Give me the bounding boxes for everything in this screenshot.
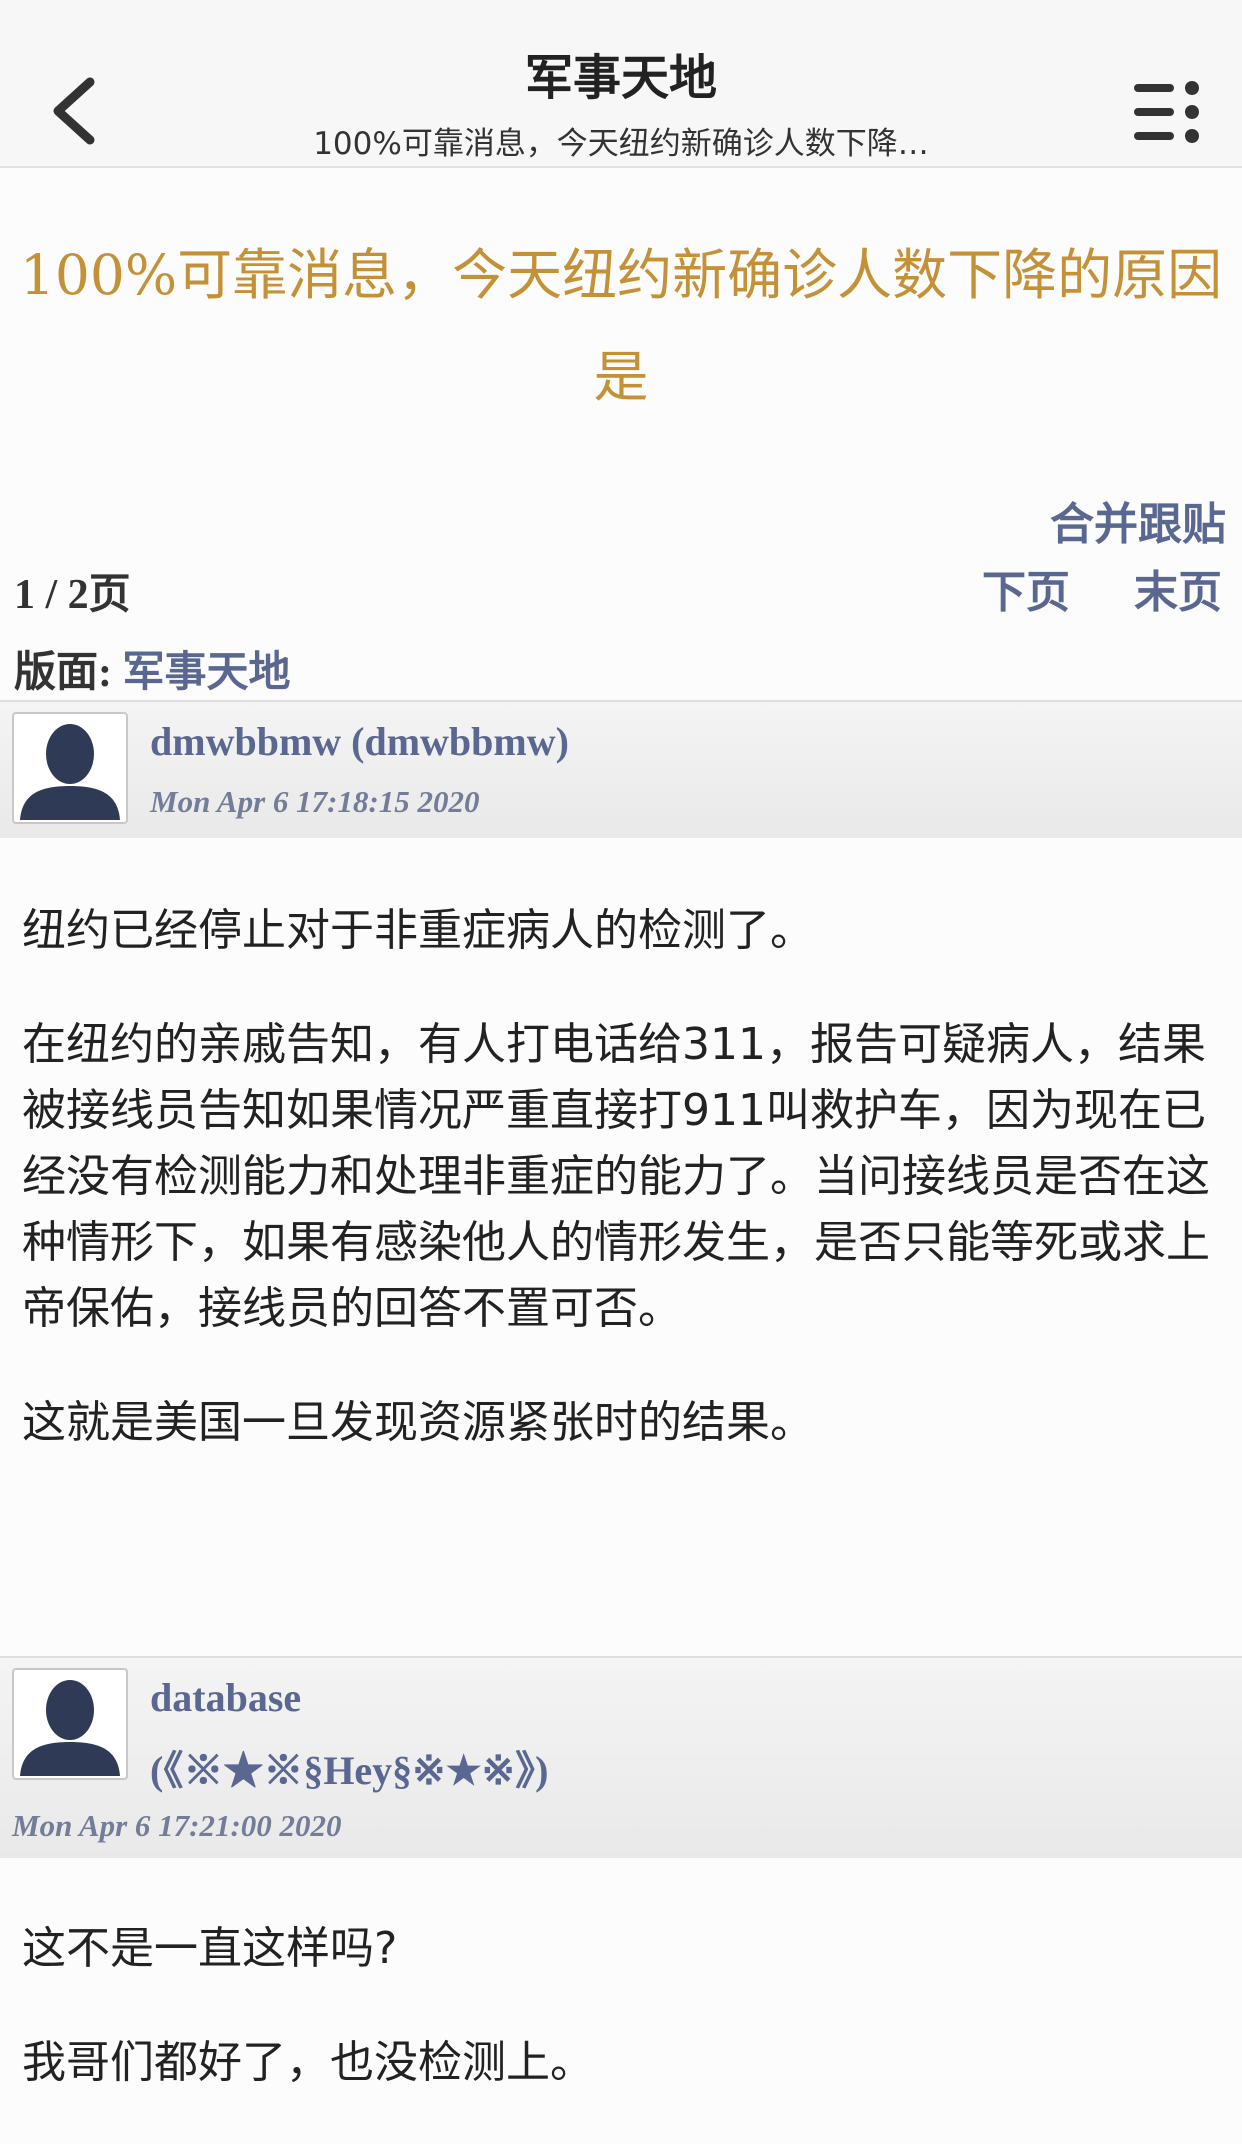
list-menu-icon (1134, 81, 1199, 143)
merge-replies-link[interactable]: 合并跟贴 (1050, 488, 1226, 552)
page-indicator: 1 / 2页 (14, 572, 131, 618)
default-avatar-icon (20, 724, 120, 820)
nav-subtitle: 100%可靠消息，今天纽约新确诊人数下降… (313, 126, 929, 162)
post-paragraph: 在纽约的亲戚告知，有人打电话给311，报告可疑病人，结果被接线员告知如果情况严重… (22, 1019, 1210, 1334)
post-body: 纽约已经停止对于非重症病人的检测了。 在纽约的亲戚告知，有人打电话给311，报告… (22, 898, 1222, 1504)
default-avatar-icon (20, 1680, 120, 1776)
avatar[interactable] (12, 712, 128, 824)
post-paragraph: 纽约已经停止对于非重症病人的检测了。 (22, 905, 814, 956)
thread-title: 100%可靠消息，今天纽约新确诊人数下降的原因是 (19, 243, 1223, 409)
post-paragraph: 我哥们都好了，也没检测上。 (22, 2037, 594, 2088)
post-author[interactable]: database (150, 1674, 301, 1721)
post-body: 这不是一直这样吗? 我哥们都好了，也没检测上。 (22, 1916, 1222, 2144)
post-author[interactable]: dmwbbmw (dmwbbmw) (150, 718, 569, 765)
post-header: database (《※★※§Hey§※★※》) Mon Apr 6 17:21… (0, 1656, 1242, 1858)
post-author-handle: (《※★※§Hey§※★※》) (150, 1748, 549, 1793)
post-time: Mon Apr 6 17:18:15 2020 (150, 784, 480, 819)
menu-button[interactable] (1132, 78, 1204, 146)
post-time: Mon Apr 6 17:21:00 2020 (12, 1808, 342, 1843)
top-nav-bar: 军事天地 100%可靠消息，今天纽约新确诊人数下降… (0, 0, 1242, 168)
board-link[interactable]: 军事天地 (123, 650, 291, 696)
board-label: 版面: (14, 650, 112, 696)
post-header: dmwbbmw (dmwbbmw) Mon Apr 6 17:18:15 202… (0, 700, 1242, 838)
last-page-link[interactable]: 末页 (1134, 556, 1222, 620)
post-paragraph: 这不是一直这样吗? (22, 1923, 398, 1974)
post-paragraph: 这就是美国一旦发现资源紧张时的结果。 (22, 1397, 814, 1448)
avatar[interactable] (12, 1668, 128, 1780)
next-page-link[interactable]: 下页 (982, 556, 1070, 620)
nav-title: 军事天地 (524, 50, 717, 106)
board-info: 版面: 军事天地 (14, 638, 291, 699)
